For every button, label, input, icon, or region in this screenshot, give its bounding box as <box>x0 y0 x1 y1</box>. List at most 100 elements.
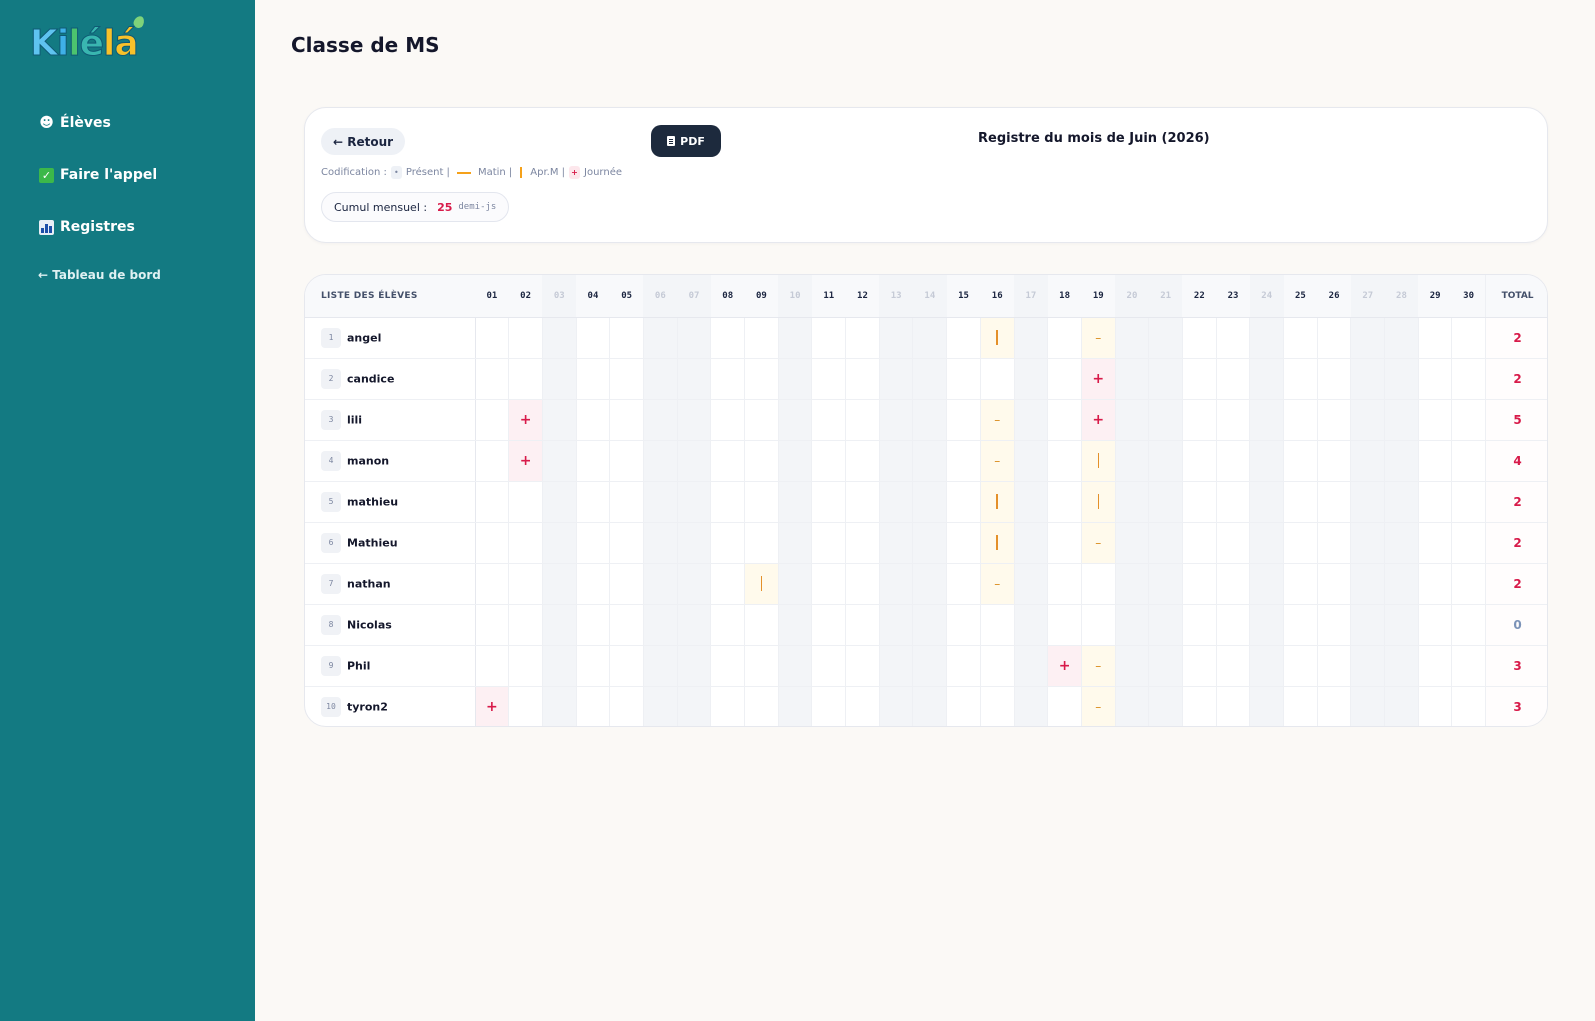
day-cell[interactable] <box>811 358 847 400</box>
day-cell[interactable] <box>1047 563 1082 605</box>
absence-aprem-cell[interactable] <box>980 522 1015 564</box>
day-cell[interactable] <box>1216 522 1251 564</box>
day-cell[interactable] <box>1451 358 1487 400</box>
sidebar-item-registres[interactable]: Registres <box>39 219 135 235</box>
day-cell[interactable] <box>845 481 880 523</box>
absence-matin-cell[interactable]: – <box>1081 317 1116 359</box>
day-cell[interactable] <box>1047 522 1082 564</box>
day-cell[interactable] <box>1418 686 1453 726</box>
day-cell[interactable] <box>576 317 611 359</box>
day-cell[interactable] <box>744 399 779 441</box>
day-cell[interactable] <box>1081 604 1116 646</box>
day-cell[interactable] <box>576 522 611 564</box>
day-cell[interactable] <box>1182 563 1217 605</box>
day-cell[interactable] <box>744 317 779 359</box>
day-cell[interactable] <box>1418 481 1453 523</box>
absence-aprem-cell[interactable] <box>744 563 779 605</box>
absence-matin-cell[interactable]: – <box>980 399 1015 441</box>
day-cell[interactable] <box>475 481 510 523</box>
day-cell[interactable] <box>1317 440 1352 482</box>
student-name[interactable]: Mathieu <box>347 536 398 549</box>
day-cell[interactable] <box>946 358 981 400</box>
day-cell[interactable] <box>946 440 981 482</box>
absence-journee-cell[interactable]: + <box>508 399 543 441</box>
day-cell[interactable] <box>1451 563 1487 605</box>
day-cell[interactable] <box>576 604 611 646</box>
day-cell[interactable] <box>845 645 880 687</box>
day-cell[interactable] <box>710 399 746 441</box>
day-cell[interactable] <box>710 358 746 400</box>
absence-journee-cell[interactable]: + <box>1081 358 1116 400</box>
day-cell[interactable] <box>710 686 746 726</box>
day-cell[interactable] <box>576 645 611 687</box>
day-cell[interactable] <box>1047 317 1082 359</box>
day-cell[interactable] <box>1317 563 1352 605</box>
day-cell[interactable] <box>1283 399 1318 441</box>
day-cell[interactable] <box>811 440 847 482</box>
day-cell[interactable] <box>1283 522 1318 564</box>
day-cell[interactable] <box>609 317 644 359</box>
day-cell[interactable] <box>1317 522 1352 564</box>
day-cell[interactable] <box>710 563 746 605</box>
day-cell[interactable] <box>946 522 981 564</box>
day-cell[interactable] <box>1182 317 1217 359</box>
day-cell[interactable] <box>1317 317 1352 359</box>
day-cell[interactable] <box>946 481 981 523</box>
day-cell[interactable] <box>811 563 847 605</box>
day-cell[interactable] <box>475 317 510 359</box>
day-cell[interactable] <box>946 399 981 441</box>
day-cell[interactable] <box>1047 686 1082 726</box>
student-name[interactable]: lili <box>347 413 362 426</box>
day-cell[interactable] <box>508 563 543 605</box>
day-cell[interactable] <box>576 686 611 726</box>
day-cell[interactable] <box>1216 604 1251 646</box>
day-cell[interactable] <box>609 358 644 400</box>
day-cell[interactable] <box>811 686 847 726</box>
day-cell[interactable] <box>1317 358 1352 400</box>
absence-journee-cell[interactable]: + <box>1081 399 1116 441</box>
kilela-logo[interactable]: Kilélá <box>30 14 146 65</box>
day-cell[interactable] <box>1216 399 1251 441</box>
day-cell[interactable] <box>576 563 611 605</box>
day-cell[interactable] <box>1182 522 1217 564</box>
day-cell[interactable] <box>1182 686 1217 726</box>
day-cell[interactable] <box>1216 317 1251 359</box>
day-cell[interactable] <box>710 317 746 359</box>
day-cell[interactable] <box>1216 563 1251 605</box>
day-cell[interactable] <box>475 563 510 605</box>
day-cell[interactable] <box>946 604 981 646</box>
day-cell[interactable] <box>1418 358 1453 400</box>
sidebar-item-faire-appel[interactable]: ✓ Faire l'appel <box>39 167 157 183</box>
student-name[interactable]: tyron2 <box>347 700 388 713</box>
day-cell[interactable] <box>508 686 543 726</box>
day-cell[interactable] <box>609 645 644 687</box>
day-cell[interactable] <box>576 399 611 441</box>
day-cell[interactable] <box>1418 604 1453 646</box>
day-cell[interactable] <box>1047 440 1082 482</box>
day-cell[interactable] <box>508 604 543 646</box>
day-cell[interactable] <box>609 522 644 564</box>
student-name[interactable]: manon <box>347 454 389 467</box>
day-cell[interactable] <box>980 604 1015 646</box>
day-cell[interactable] <box>1451 604 1487 646</box>
absence-journee-cell[interactable]: + <box>1047 645 1082 687</box>
day-cell[interactable] <box>1283 358 1318 400</box>
day-cell[interactable] <box>744 358 779 400</box>
day-cell[interactable] <box>946 645 981 687</box>
day-cell[interactable] <box>1317 686 1352 726</box>
day-cell[interactable] <box>1283 645 1318 687</box>
day-cell[interactable] <box>1283 563 1318 605</box>
day-cell[interactable] <box>744 440 779 482</box>
day-cell[interactable] <box>508 481 543 523</box>
day-cell[interactable] <box>1418 399 1453 441</box>
day-cell[interactable] <box>1418 440 1453 482</box>
day-cell[interactable] <box>845 440 880 482</box>
day-cell[interactable] <box>710 481 746 523</box>
day-cell[interactable] <box>576 358 611 400</box>
day-cell[interactable] <box>1418 563 1453 605</box>
day-cell[interactable] <box>508 645 543 687</box>
day-cell[interactable] <box>811 481 847 523</box>
day-cell[interactable] <box>845 686 880 726</box>
day-cell[interactable] <box>1283 604 1318 646</box>
day-cell[interactable] <box>508 522 543 564</box>
